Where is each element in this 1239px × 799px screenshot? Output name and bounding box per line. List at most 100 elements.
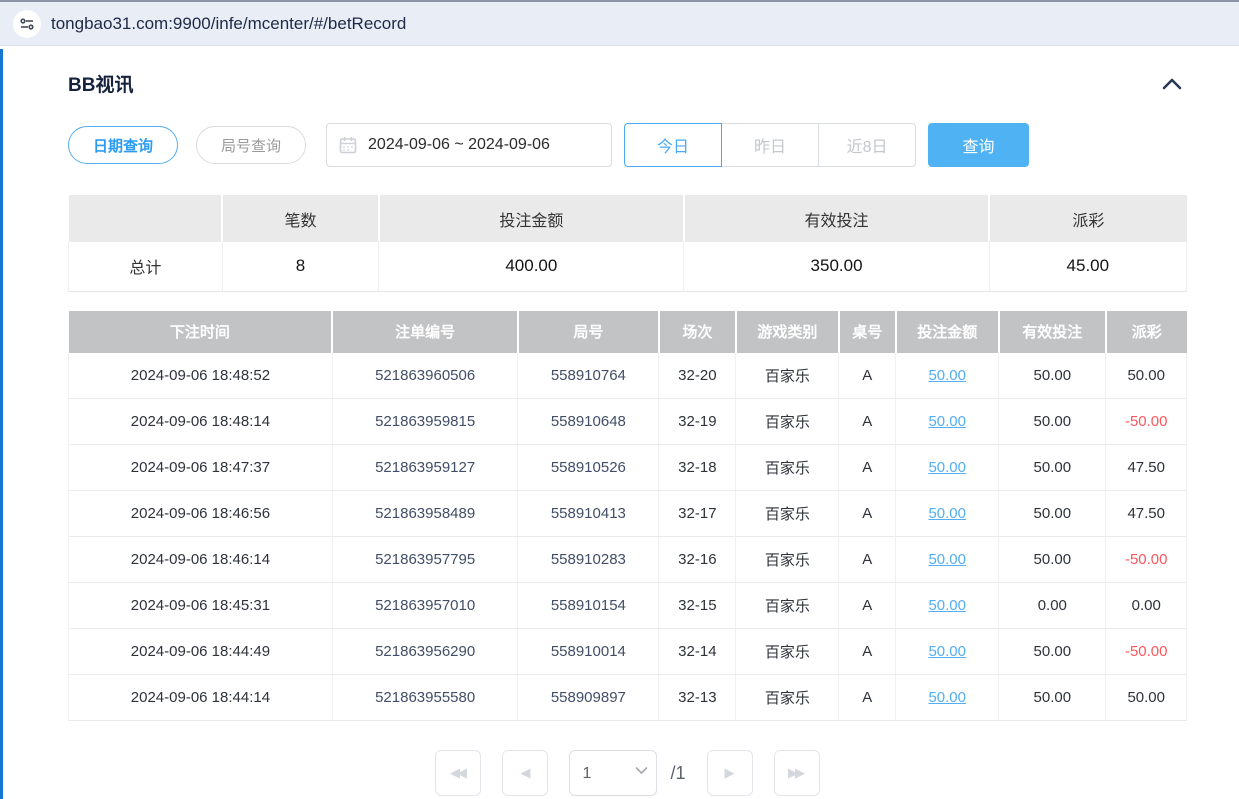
summary-table: 笔数 投注金额 有效投注 派彩 总计 8 400.00 350.00 45.00: [68, 195, 1187, 292]
cell-time: 2024-09-06 18:44:14: [69, 675, 333, 721]
round-query-tab[interactable]: 局号查询: [196, 126, 306, 164]
cell-table-no: A: [839, 629, 896, 675]
cell-round: 558909897: [518, 675, 659, 721]
table-row: 2024-09-06 18:47:37521863959127558910526…: [69, 445, 1187, 491]
cell-payout: 50.00: [1106, 353, 1187, 399]
next-page-button[interactable]: ▶: [707, 750, 753, 796]
bet-amount-link[interactable]: 50.00: [928, 505, 966, 522]
header-bet-time: 下注时间: [69, 311, 333, 353]
cell-valid-bet: 50.00: [999, 537, 1106, 583]
cell-valid-bet: 0.00: [999, 583, 1106, 629]
calendar-icon: [339, 136, 357, 154]
date-range-picker[interactable]: 2024-09-06 ~ 2024-09-06: [326, 123, 612, 167]
cell-game: 百家乐: [736, 491, 839, 537]
bet-amount-link[interactable]: 50.00: [928, 413, 966, 430]
page-select[interactable]: 1: [569, 750, 657, 796]
collapse-panel-button[interactable]: [1157, 74, 1187, 94]
cell-bet-amount: 50.00: [896, 353, 999, 399]
cell-session: 32-17: [659, 491, 736, 537]
cell-table-no: A: [839, 675, 896, 721]
cell-session: 32-13: [659, 675, 736, 721]
cell-bet-amount: 50.00: [896, 445, 999, 491]
cell-payout: -50.00: [1106, 537, 1187, 583]
cell-bet-id: 521863955580: [332, 675, 518, 721]
today-button[interactable]: 今日: [624, 123, 722, 167]
cell-round: 558910413: [518, 491, 659, 537]
bet-amount-link[interactable]: 50.00: [928, 689, 966, 706]
url-text[interactable]: tongbao31.com:9900/infe/mcenter/#/betRec…: [51, 14, 406, 34]
summary-header-count: 笔数: [222, 195, 379, 242]
date-query-tab[interactable]: 日期查询: [68, 126, 178, 164]
bet-amount-link[interactable]: 50.00: [928, 367, 966, 384]
cell-round: 558910283: [518, 537, 659, 583]
cell-table-no: A: [839, 491, 896, 537]
summary-total-payout: 45.00: [989, 242, 1186, 291]
cell-payout: 47.50: [1106, 445, 1187, 491]
cell-bet-amount: 50.00: [896, 537, 999, 583]
cell-table-no: A: [839, 445, 896, 491]
cell-bet-amount: 50.00: [896, 629, 999, 675]
cell-payout: 50.00: [1106, 675, 1187, 721]
cell-bet-id: 521863958489: [332, 491, 518, 537]
search-button[interactable]: 查询: [928, 123, 1029, 167]
cell-game: 百家乐: [736, 353, 839, 399]
cell-bet-id: 521863960506: [332, 353, 518, 399]
cell-time: 2024-09-06 18:47:37: [69, 445, 333, 491]
cell-valid-bet: 50.00: [999, 629, 1106, 675]
table-row: 2024-09-06 18:48:14521863959815558910648…: [69, 399, 1187, 445]
first-page-button[interactable]: ◀◀: [435, 750, 481, 796]
summary-total-row: 总计 8 400.00 350.00 45.00: [69, 242, 1187, 291]
cell-table-no: A: [839, 583, 896, 629]
cell-bet-id: 521863957795: [332, 537, 518, 583]
table-row: 2024-09-06 18:44:14521863955580558909897…: [69, 675, 1187, 721]
cell-game: 百家乐: [736, 629, 839, 675]
cell-bet-amount: 50.00: [896, 491, 999, 537]
site-info-button[interactable]: [13, 10, 41, 38]
cell-game: 百家乐: [736, 445, 839, 491]
cell-round: 558910526: [518, 445, 659, 491]
cell-round: 558910154: [518, 583, 659, 629]
tune-icon: [19, 16, 35, 32]
cell-table-no: A: [839, 353, 896, 399]
last-page-button[interactable]: ▶▶: [774, 750, 820, 796]
cell-session: 32-18: [659, 445, 736, 491]
chevron-right-icon: ▶: [725, 765, 732, 780]
cell-payout: 47.50: [1106, 491, 1187, 537]
bet-amount-link[interactable]: 50.00: [928, 597, 966, 614]
header-payout: 派彩: [1106, 311, 1187, 353]
bet-amount-link[interactable]: 50.00: [928, 643, 966, 660]
cell-round: 558910764: [518, 353, 659, 399]
summary-header-bet-amount: 投注金额: [379, 195, 684, 242]
summary-header-valid-bet: 有效投注: [684, 195, 989, 242]
cell-payout: -50.00: [1106, 399, 1187, 445]
header-valid-bet: 有效投注: [999, 311, 1106, 353]
bet-table-body: 2024-09-06 18:48:52521863960506558910764…: [69, 353, 1187, 721]
cell-bet-amount: 50.00: [896, 399, 999, 445]
cell-valid-bet: 50.00: [999, 353, 1106, 399]
total-pages-label: /1: [670, 750, 685, 796]
filter-toolbar: 日期查询 局号查询 2024-09-06 ~ 2024-09-06 今日 昨日 …: [68, 123, 1187, 167]
last-8-days-button[interactable]: 近8日: [818, 123, 916, 167]
summary-header-row: 笔数 投注金额 有效投注 派彩: [69, 195, 1187, 242]
previous-page-button[interactable]: ◀: [502, 750, 548, 796]
bet-amount-link[interactable]: 50.00: [928, 551, 966, 568]
cell-valid-bet: 50.00: [999, 399, 1106, 445]
cell-valid-bet: 50.00: [999, 445, 1106, 491]
page-select-wrap: 1: [569, 750, 657, 796]
cell-game: 百家乐: [736, 399, 839, 445]
cell-session: 32-16: [659, 537, 736, 583]
header-bet-id: 注单编号: [332, 311, 518, 353]
bet-table-header-row: 下注时间 注单编号 局号 场次 游戏类别 桌号 投注金额 有效投注 派彩: [69, 311, 1187, 353]
header-bet-amount: 投注金额: [896, 311, 999, 353]
cell-payout: 0.00: [1106, 583, 1187, 629]
window-edge-highlight: [0, 49, 3, 799]
bet-amount-link[interactable]: 50.00: [928, 459, 966, 476]
table-row: 2024-09-06 18:44:49521863956290558910014…: [69, 629, 1187, 675]
cell-game: 百家乐: [736, 537, 839, 583]
yesterday-button[interactable]: 昨日: [721, 123, 819, 167]
summary-total-count: 8: [222, 242, 379, 291]
chevron-up-icon: [1159, 76, 1185, 92]
header-round-number: 局号: [518, 311, 659, 353]
date-range-value: 2024-09-06 ~ 2024-09-06: [368, 136, 550, 154]
cell-round: 558910648: [518, 399, 659, 445]
